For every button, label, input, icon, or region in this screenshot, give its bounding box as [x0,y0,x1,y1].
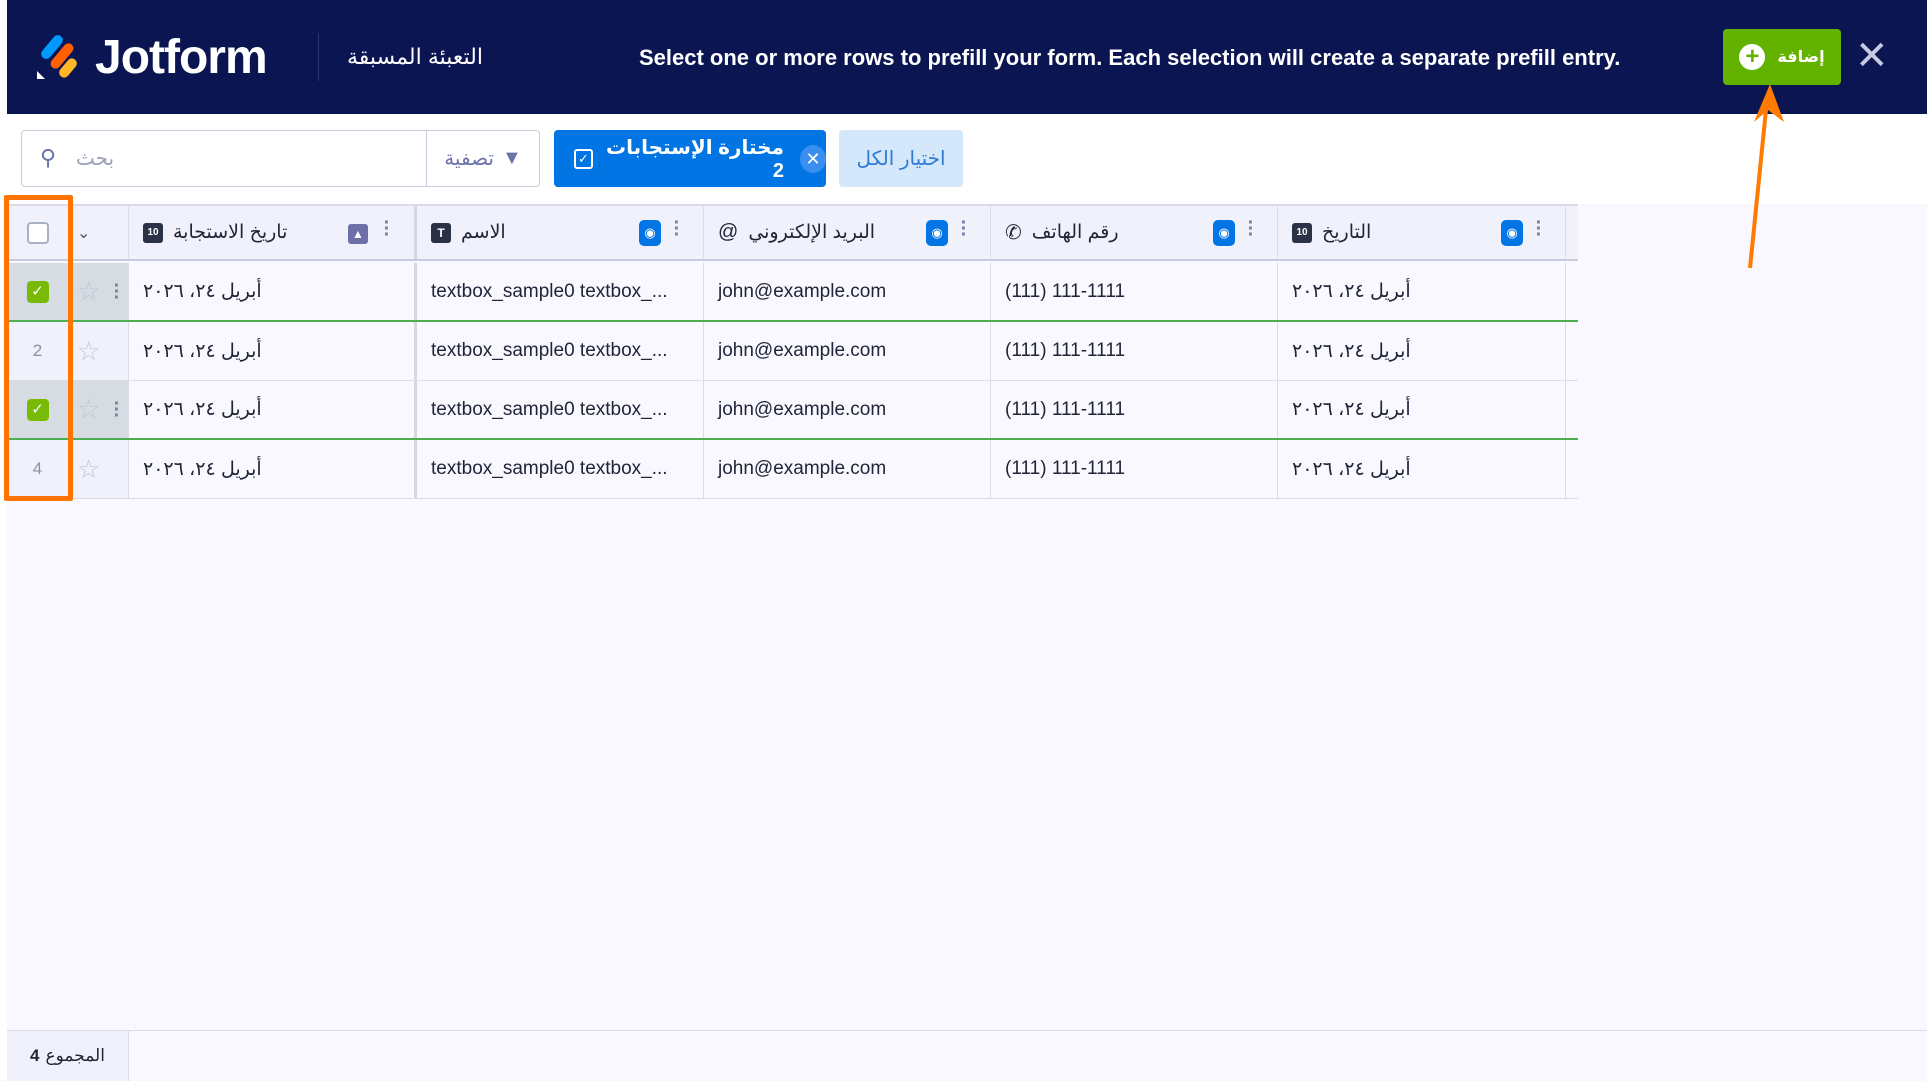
date: أبريل ٢٤، ٢٠٢٦ [1292,458,1411,481]
cell-name: textbox_sample0 textbox_... [417,440,704,498]
cell-email: john@example.com [704,322,991,380]
date: أبريل ٢٤، ٢٠٢٦ [1292,398,1411,421]
total-value: 4 [30,1046,39,1066]
pointer-arrow [0,0,1927,300]
cell-name: textbox_sample0 textbox_... [417,381,704,438]
table-row[interactable]: ✓☆···أبريل ٢٤، ٢٠٢٦textbox_sample0 textb… [7,381,1578,440]
response-date: أبريل ٢٤، ٢٠٢٦ [143,398,262,421]
cell-email: john@example.com [704,440,991,498]
star-icon[interactable]: ☆ [77,336,100,367]
date: أبريل ٢٤، ٢٠٢٦ [1292,340,1411,363]
star-icon[interactable]: ☆ [77,454,100,485]
row-menu-icon[interactable]: ··· [113,401,121,419]
cell-name: textbox_sample0 textbox_... [417,322,704,380]
row-options-cell: ☆ ··· [69,381,129,438]
table-row[interactable]: 2☆أبريل ٢٤، ٢٠٢٦textbox_sample0 textbox_… [7,322,1578,381]
cell-phone: (111) 111-1111 [991,381,1278,438]
response-date: أبريل ٢٤، ٢٠٢٦ [143,458,262,481]
cell-response-date: أبريل ٢٤، ٢٠٢٦ [129,322,417,380]
response-date: أبريل ٢٤، ٢٠٢٦ [143,340,262,363]
star-icon[interactable]: ☆ [77,394,100,425]
total-count: المجموع 4 [7,1031,129,1081]
cell-date: أبريل ٢٤، ٢٠٢٦ [1278,322,1566,380]
table-footer: المجموع 4 [7,1030,1927,1080]
row-options-cell: ☆ [69,440,129,498]
total-label: المجموع [46,1046,105,1066]
cell-phone: (111) 111-1111 [991,322,1278,380]
cell-phone: (111) 111-1111 [991,440,1278,498]
cell-email: john@example.com [704,381,991,438]
cell-response-date: أبريل ٢٤، ٢٠٢٦ [129,381,417,438]
cell-date: أبريل ٢٤، ٢٠٢٦ [1278,440,1566,498]
cell-response-date: أبريل ٢٤، ٢٠٢٦ [129,440,417,498]
table-row[interactable]: 4☆أبريل ٢٤، ٢٠٢٦textbox_sample0 textbox_… [7,440,1578,499]
row-options-cell: ☆ [69,322,129,380]
cell-date: أبريل ٢٤، ٢٠٢٦ [1278,381,1566,438]
